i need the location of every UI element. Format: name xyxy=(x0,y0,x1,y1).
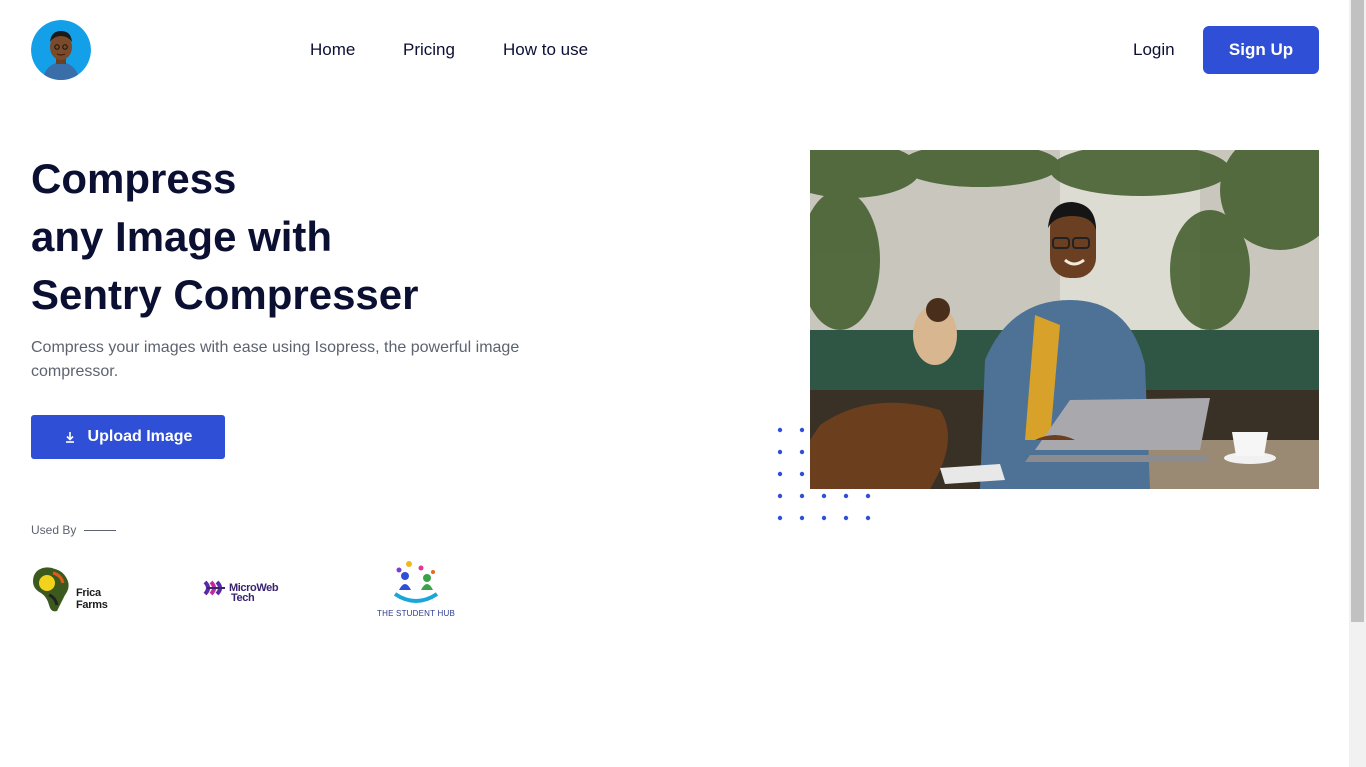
nav-home-link[interactable]: Home xyxy=(310,40,355,60)
hero-title-line: any Image with xyxy=(31,213,333,260)
frica-farms-line: Farms xyxy=(76,599,108,611)
nav-pricing-link[interactable]: Pricing xyxy=(403,40,455,60)
partner-logo-microweb-tech: MicroWeb Tech xyxy=(203,579,287,604)
signup-button[interactable]: Sign Up xyxy=(1203,26,1319,74)
scrollbar-thumb[interactable] xyxy=(1351,0,1364,622)
divider xyxy=(84,529,117,531)
student-hub-mark-icon xyxy=(393,561,439,603)
frica-farms-wordmark: Frica Farms xyxy=(76,587,108,611)
login-link[interactable]: Login xyxy=(1133,40,1175,60)
frica-farms-line: Frica xyxy=(76,587,101,599)
upload-image-label: Upload Image xyxy=(87,428,193,445)
partner-logo-student-hub: THE STUDENT HUB xyxy=(375,560,457,620)
hero-title-line: Sentry Compresser xyxy=(31,271,419,318)
hero-title: Compress any Image with Sentry Compresse… xyxy=(31,150,591,324)
hero-subtitle: Compress your images with ease using Iso… xyxy=(31,339,520,380)
used-by-heading: Used By xyxy=(31,523,117,537)
africa-map-icon xyxy=(33,567,69,612)
microweb-mark-icon xyxy=(203,580,225,596)
avatar-logo[interactable] xyxy=(31,20,91,80)
partner-logo-frica-farms: Frica Farms xyxy=(31,565,121,615)
upload-image-button[interactable]: Upload Image xyxy=(31,415,225,459)
hero-photo xyxy=(810,150,1319,489)
page-scrollbar[interactable] xyxy=(1349,0,1366,767)
download-icon xyxy=(64,430,76,444)
microweb-line: Tech xyxy=(231,592,255,604)
microweb-wordmark: MicroWeb Tech xyxy=(229,583,279,604)
student-hub-wordmark: THE STUDENT HUB xyxy=(377,609,455,618)
used-by-label: Used By xyxy=(31,523,77,537)
hero-title-line: Compress xyxy=(31,155,237,202)
nav-how-to-use-link[interactable]: How to use xyxy=(503,40,588,60)
